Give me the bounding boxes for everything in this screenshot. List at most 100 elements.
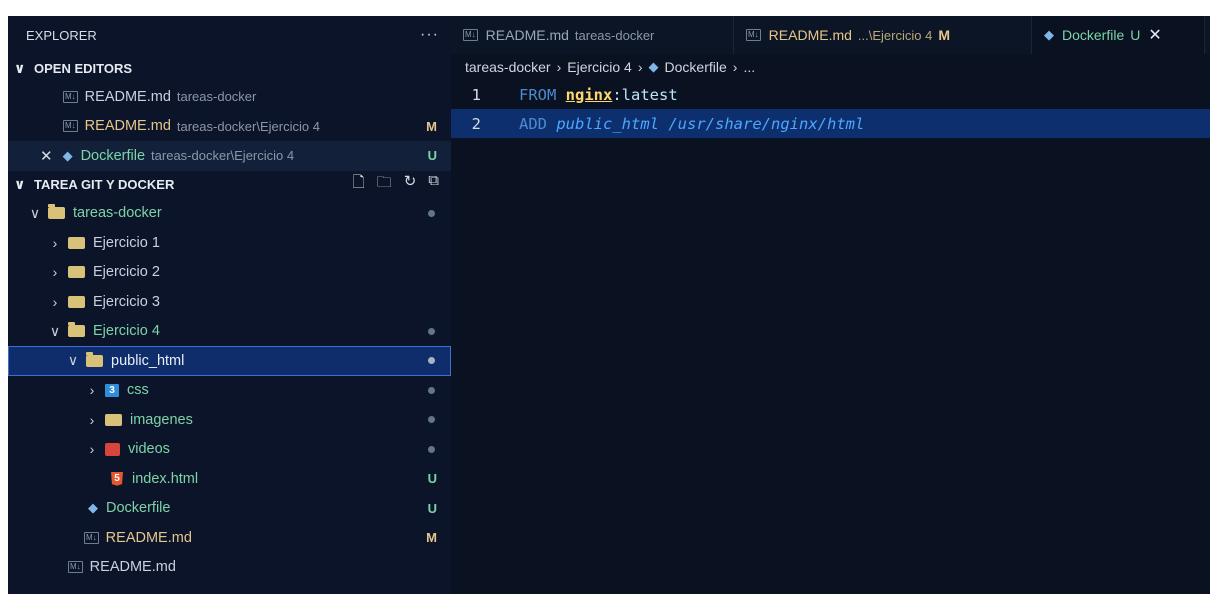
chevron-right-icon: › [637,59,643,75]
status-dot [428,209,435,217]
tree-label: Ejercicio 1 [93,234,160,251]
open-editor-item[interactable]: ✕ ◆ Dockerfile tareas-docker\Ejercicio 4… [8,141,451,171]
code-keyword: ADD [519,114,547,133]
tree-folder-ejercicio-3[interactable]: › Ejercicio 3 [8,287,451,317]
breadcrumb-item[interactable]: Ejercicio 4 [567,59,632,75]
collapse-all-icon[interactable]: ⧉ [428,172,439,197]
tab-desc: ...\Ejercicio 4 [857,27,933,43]
open-editors-label: OPEN EDITORS [34,60,133,76]
docker-icon: ◆ [62,147,73,163]
tab-bar: M↓ README.md tareas-docker M↓ README.md … [451,16,1210,54]
tree-file-index-html[interactable]: 5 index.html U [8,464,451,494]
markdown-icon: M↓ [63,120,78,133]
tree-file-dockerfile[interactable]: ◆ Dockerfile U [8,494,451,524]
tree-label: public_html [111,352,185,369]
chevron-down-icon: ∨ [29,204,41,221]
open-editor-name: README.md [84,118,171,135]
code-line-active[interactable]: 2 ADD public_html /usr/share/nginx/html [451,109,1210,138]
chevron-right-icon: › [89,382,95,399]
chevron-down-icon: ∨ [14,176,26,192]
new-folder-icon[interactable]: 🗀 [377,172,392,197]
editor-area: M↓ README.md tareas-docker M↓ README.md … [451,16,1210,594]
code-line[interactable]: 1 FROM nginx:latest [451,80,1210,109]
tree-file-readme[interactable]: M↓ README.md M [8,523,451,553]
code-keyword: FROM [519,85,557,104]
open-editors-section[interactable]: ∨ OPEN EDITORS [8,54,451,82]
untracked-badge: U [427,500,437,516]
tree-folder-tareas-docker[interactable]: ∨ tareas-docker [8,199,451,229]
breadcrumb-item[interactable]: ... [743,59,755,75]
workspace-section[interactable]: ∨ TAREA GIT Y DOCKER 🗋 🗀 ↻ ⧉ [8,171,451,199]
chevron-right-icon: › [732,59,738,75]
explorer-title: EXPLORER [26,27,97,43]
chevron-right-icon: › [52,293,58,310]
folder-open-icon [86,351,103,367]
workspace-label: TAREA GIT Y DOCKER [34,177,175,192]
tab-readme-ejercicio4[interactable]: M↓ README.md ...\Ejercicio 4 M [734,16,1032,54]
folder-icon [68,266,85,279]
code-tag: :latest [612,85,678,104]
css-folder-icon: 3 [105,383,119,397]
chevron-right-icon: › [89,411,95,428]
video-folder-icon [105,442,120,456]
tree-folder-imagenes[interactable]: › imagenes [8,405,451,435]
folder-icon [105,413,122,426]
folder-open-icon [68,322,85,338]
explorer-sidebar: EXPLORER ··· ∨ OPEN EDITORS M↓ README.md… [8,16,451,594]
status-dot [428,357,435,365]
breadcrumb-item[interactable]: tareas-docker [465,59,551,75]
tree-folder-ejercicio-4[interactable]: ∨ Ejercicio 4 [8,317,451,347]
tree-file-readme-root[interactable]: M↓ README.md [8,553,451,583]
close-icon[interactable]: ✕ [1148,25,1161,45]
tree-label: Ejercicio 2 [93,264,160,281]
code-editor[interactable]: 1 FROM nginx:latest 2 ADD public_html /u… [451,80,1210,138]
docker-icon: ◆ [88,500,98,516]
tree-label: index.html [132,470,199,487]
chevron-right-icon: › [52,264,58,281]
tab-label: README.md [768,27,852,43]
close-icon[interactable]: ✕ [40,147,53,165]
folder-icon [68,236,85,249]
modified-badge: M [938,27,950,43]
tree-label: README.md [89,559,176,576]
tree-folder-ejercicio-2[interactable]: › Ejercicio 2 [8,258,451,288]
tab-dockerfile[interactable]: ◆ Dockerfile U ✕ [1032,16,1205,54]
tree-folder-videos[interactable]: › videos [8,435,451,465]
breadcrumb-item[interactable]: Dockerfile [665,59,727,75]
markdown-icon: M↓ [63,90,78,103]
code-image: nginx [565,85,613,104]
tab-label: Dockerfile [1062,27,1125,43]
workspace-actions: 🗋 🗀 ↻ ⧉ [353,172,451,197]
tab-label: README.md [485,27,569,43]
open-editor-item[interactable]: M↓ README.md tareas-docker [8,82,451,112]
tree-label: tareas-docker [73,205,162,222]
markdown-icon: M↓ [68,561,83,574]
tree-folder-public-html[interactable]: ∨ public_html [8,346,451,376]
tab-readme-root[interactable]: M↓ README.md tareas-docker [451,16,734,54]
markdown-icon: M↓ [84,531,99,544]
untracked-badge: U [1130,27,1141,43]
code-dest-path: /usr/share/nginx/html [668,114,865,133]
modified-badge: M [426,118,437,134]
tree-label: Ejercicio 4 [93,323,160,340]
code-source-path: public_html [556,114,659,133]
tree-label: css [127,382,149,399]
tree-folder-css[interactable]: › 3 css [8,376,451,406]
new-file-icon[interactable]: 🗋 [353,172,365,197]
tree-label: Dockerfile [106,500,171,517]
open-editor-desc: tareas-docker\Ejercicio 4 [151,148,295,164]
explorer-header: EXPLORER ··· [8,16,451,54]
modified-badge: M [426,530,437,546]
markdown-icon: M↓ [463,29,478,41]
open-editor-desc: tareas-docker\Ejercicio 4 [176,118,320,134]
chevron-down-icon: ∨ [14,59,26,76]
open-editor-item[interactable]: M↓ README.md tareas-docker\Ejercicio 4 M [8,112,451,142]
vscode-window: EXPLORER ··· ∨ OPEN EDITORS M↓ README.md… [8,16,1210,594]
chevron-down-icon: ∨ [67,352,79,369]
line-number: 2 [471,114,481,133]
tree-folder-ejercicio-1[interactable]: › Ejercicio 1 [8,228,451,258]
more-actions-icon[interactable]: ··· [420,26,439,44]
open-editor-name: Dockerfile [80,147,146,164]
refresh-icon[interactable]: ↻ [404,172,417,197]
tab-desc: tareas-docker [574,27,655,43]
